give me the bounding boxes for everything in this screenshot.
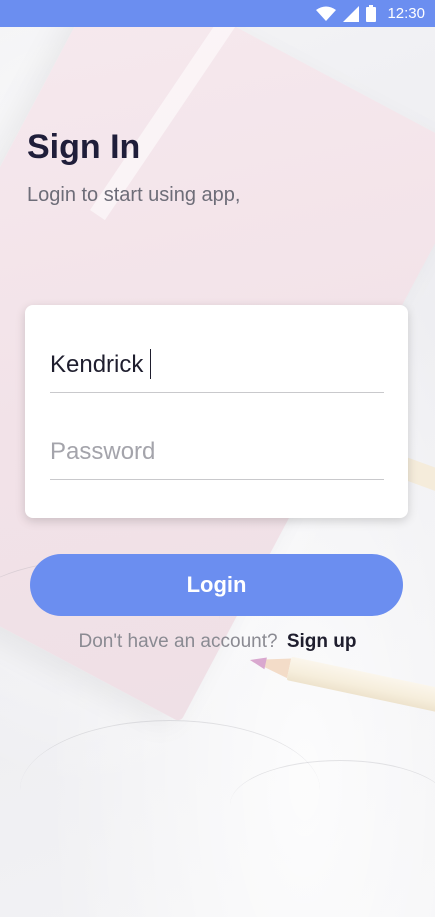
status-bar: 12:30 [0, 0, 435, 27]
signup-link[interactable]: Sign up [287, 631, 357, 652]
signal-icon [343, 5, 360, 22]
password-field[interactable] [50, 424, 384, 480]
page-title: Sign In [27, 128, 141, 166]
login-form-card [25, 305, 408, 518]
signup-row: Don't have an account? Sign up [0, 631, 435, 653]
password-input[interactable] [50, 424, 384, 479]
battery-icon [366, 5, 377, 22]
login-button[interactable]: Login [30, 554, 403, 616]
username-field[interactable] [50, 337, 384, 393]
marble-vein [230, 760, 435, 850]
status-time: 12:30 [387, 5, 425, 22]
username-input[interactable] [50, 337, 384, 392]
wifi-icon [316, 6, 337, 22]
pencil-illustration [246, 640, 435, 733]
signup-prompt: Don't have an account? [78, 631, 278, 652]
text-cursor [150, 349, 151, 379]
page-subtitle: Login to start using app, [27, 184, 241, 206]
